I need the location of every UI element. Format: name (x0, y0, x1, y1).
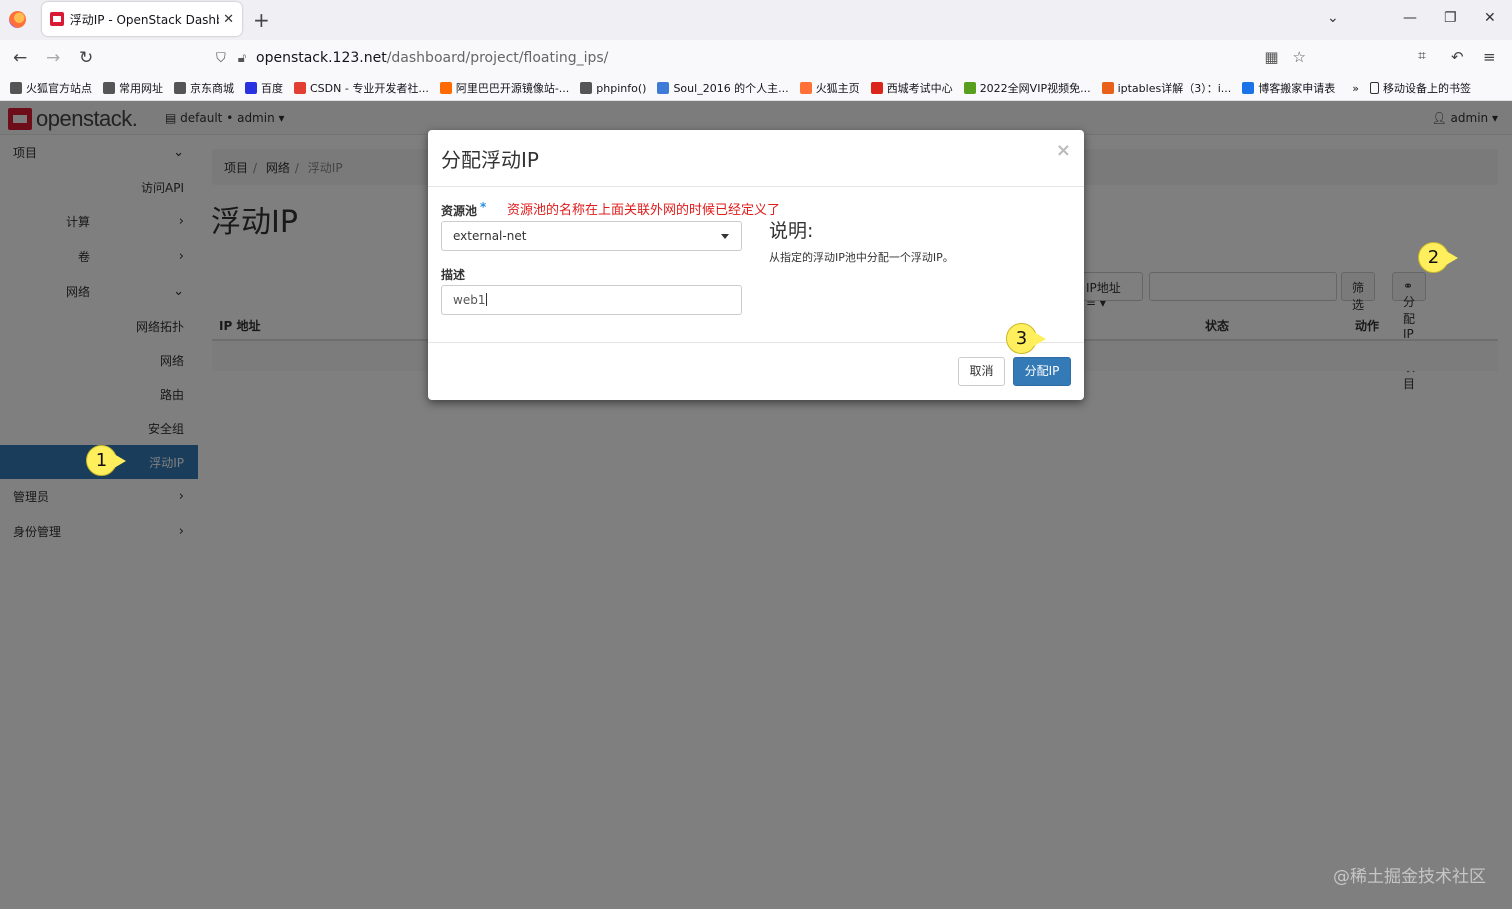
modal-header: 分配浮动IP × (428, 130, 1084, 187)
bookmark-item[interactable]: 京东商城 (174, 80, 234, 96)
modal-footer: 取消 分配IP (428, 342, 1084, 400)
help-title: 说明: (769, 220, 814, 242)
firefox-icon[interactable] (9, 11, 26, 28)
bookmark-item[interactable]: 博客搬家申请表 (1242, 80, 1335, 96)
modal-close-icon[interactable]: × (1056, 140, 1071, 161)
bookmarks-overflow-icon[interactable]: » (1352, 82, 1359, 95)
bookmark-item[interactable]: 百度 (245, 80, 283, 96)
tab-list-chevron-icon[interactable]: ⌄ (1327, 10, 1339, 26)
allocate-ip-submit-button[interactable]: 分配IP (1013, 357, 1071, 386)
pool-label: 资源池 * (441, 200, 487, 218)
description-label: 描述 (441, 268, 466, 282)
cancel-button[interactable]: 取消 (958, 357, 1005, 386)
help-text: 从指定的浮动IP池中分配一个浮动IP。 (769, 251, 954, 264)
bookmark-item[interactable]: 2022全网VIP视频免... (963, 80, 1091, 96)
bookmark-favicon-icon (245, 82, 257, 94)
forward-icon[interactable]: → (46, 48, 60, 68)
url-text[interactable]: openstack.123.net/dashboard/project/floa… (256, 50, 608, 66)
callout-marker-2: 2 (1418, 242, 1458, 273)
mobile-bookmarks[interactable]: 移动设备上的书签 (1370, 80, 1471, 96)
bookmark-item[interactable]: phpinfo() (580, 82, 646, 95)
bookmark-favicon-icon (963, 82, 976, 94)
callout-marker-3: 3 (1006, 323, 1046, 354)
lock-warning-icon[interactable]: 🔓︎ (238, 51, 246, 66)
qr-code-icon[interactable]: ▦ (1264, 48, 1278, 66)
new-tab-icon[interactable]: + (253, 8, 270, 32)
annotation-text: 资源池的名称在上面关联外网的时候已经定义了 (507, 203, 781, 218)
back-icon[interactable]: ← (13, 48, 27, 68)
openstack-favicon-icon (50, 12, 64, 26)
required-marker: * (480, 200, 487, 214)
watermark: @稀土掘金技术社区 (1333, 867, 1486, 887)
bookmark-favicon-icon (580, 82, 593, 94)
bookmark-favicon-icon (1242, 82, 1255, 94)
crop-icon[interactable]: ⌗ (1418, 48, 1426, 64)
tab-close-icon[interactable]: ✕ (223, 12, 234, 27)
bookmark-item[interactable]: 火狐主页 (799, 80, 860, 96)
bookmark-item[interactable]: CSDN - 专业开发者社... (294, 80, 429, 96)
reload-icon[interactable]: ↻ (79, 48, 93, 68)
menu-icon[interactable]: ≡ (1483, 48, 1496, 66)
bookmark-item[interactable]: Soul_2016 的个人主... (657, 80, 789, 96)
bookmark-item[interactable]: 阿里巴巴开源镜像站-... (439, 80, 569, 96)
bookmark-item[interactable]: iptables详解（3）：i... (1101, 80, 1231, 96)
modal-title: 分配浮动IP (441, 148, 539, 172)
description-input[interactable]: web1 (441, 285, 742, 315)
bookmark-star-icon[interactable]: ☆ (1293, 48, 1306, 66)
browser-navbar: ← → ↻ ⛉ 🔓︎ openstack.123.net/dashboard/p… (0, 40, 1512, 76)
close-window-icon[interactable]: ✕ (1484, 10, 1496, 26)
browser-tab-active[interactable]: 浮动IP - OpenStack Dashboard ✕ (42, 2, 242, 36)
bookmark-favicon-icon (870, 82, 883, 94)
bookmark-favicon-icon (174, 82, 186, 94)
bookmark-item[interactable]: 常用网址 (103, 80, 163, 96)
undo-icon[interactable]: ↶ (1451, 48, 1464, 66)
bookmark-favicon-icon (1101, 82, 1114, 94)
bookmark-favicon-icon (10, 82, 22, 94)
bookmark-favicon-icon (799, 82, 812, 94)
tab-title: 浮动IP - OpenStack Dashboard (69, 12, 219, 27)
pool-select[interactable]: external-net (441, 221, 742, 251)
allocate-floating-ip-modal: 分配浮动IP × 资源池 * 资源池的名称在上面关联外网的时候已经定义了 exte… (428, 130, 1084, 400)
mobile-icon (1370, 82, 1379, 94)
callout-marker-1: 1 (86, 445, 126, 476)
address-bar[interactable]: ⛉ 🔓︎ openstack.123.net/dashboard/project… (206, 44, 1306, 72)
caret-down-icon (721, 234, 729, 239)
bookmark-favicon-icon (294, 82, 306, 94)
bookmarks-bar: 火狐官方站点 常用网址 京东商城 百度 CSDN - 专业开发者社... 阿里巴巴开源镜像… (0, 76, 1512, 101)
bookmark-item[interactable]: 火狐官方站点 (10, 80, 92, 96)
shield-icon[interactable]: ⛉ (216, 51, 226, 66)
browser-tabbar: 浮动IP - OpenStack Dashboard ✕ + ⌄ — ❐ ✕ (0, 0, 1512, 40)
bookmark-favicon-icon (103, 82, 115, 94)
bookmark-favicon-icon (439, 82, 452, 94)
restore-icon[interactable]: ❐ (1444, 10, 1457, 26)
minimize-icon[interactable]: — (1403, 10, 1417, 26)
bookmark-favicon-icon (657, 82, 670, 94)
bookmark-item[interactable]: 西城考试中心 (870, 80, 953, 96)
